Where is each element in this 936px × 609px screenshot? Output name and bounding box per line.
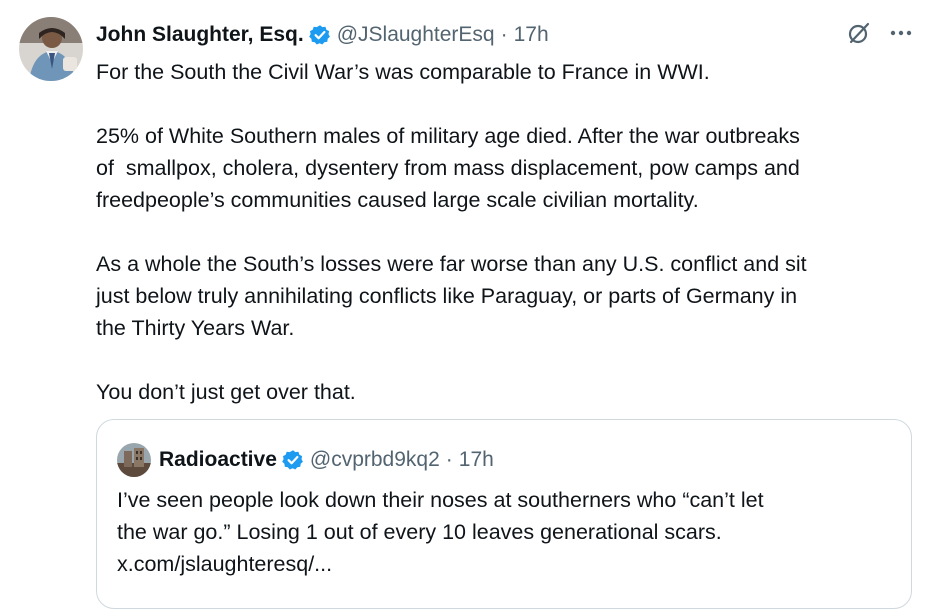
author-display-name[interactable]: John Slaughter, Esq. <box>96 23 304 47</box>
quoted-tweet-text: I’ve seen people look down their noses a… <box>117 484 897 580</box>
verified-badge-icon <box>282 449 304 471</box>
quoted-tweet-header: Radioactive @cvprbd9kq2 · 17h <box>117 443 494 477</box>
verified-badge-icon <box>308 24 331 46</box>
author-avatar[interactable] <box>19 17 83 81</box>
quoted-tweet-link[interactable]: x.com/jslaughteresq/... <box>117 548 897 580</box>
quoted-tweet-line: the war go.” Losing 1 out of every 10 le… <box>117 520 722 544</box>
tweet-actions <box>846 20 914 51</box>
quoted-author-display-name[interactable]: Radioactive <box>159 448 277 472</box>
author-handle[interactable]: @JSlaughterEsq <box>337 23 495 47</box>
more-options-icon[interactable] <box>888 20 914 51</box>
quoted-author-handle[interactable]: @cvprbd9kq2 <box>310 448 440 472</box>
quoted-tweet-timestamp[interactable]: 17h <box>459 448 494 472</box>
separator-dot: · <box>500 23 508 46</box>
quoted-author-avatar[interactable] <box>117 443 151 477</box>
grok-icon[interactable] <box>846 20 872 51</box>
tweet-text: For the South the Civil War’s was compar… <box>96 56 916 408</box>
tweet-paragraph: You don’t just get over that. <box>96 380 356 404</box>
tweet[interactable]: John Slaughter, Esq. @JSlaughterEsq · 17… <box>0 0 936 609</box>
tweet-header: John Slaughter, Esq. @JSlaughterEsq · 17… <box>96 19 549 51</box>
quoted-tweet-card[interactable]: Radioactive @cvprbd9kq2 · 17h I’ve seen … <box>96 419 912 609</box>
tweet-paragraph: For the South the Civil War’s was compar… <box>96 60 710 84</box>
tweet-timestamp[interactable]: 17h <box>514 23 549 47</box>
tweet-paragraph: 25% of White Southern males of military … <box>96 124 800 212</box>
separator-dot: · <box>445 448 453 471</box>
quoted-tweet-line: I’ve seen people look down their noses a… <box>117 488 764 512</box>
tweet-paragraph: As a whole the South’s losses were far w… <box>96 252 807 340</box>
